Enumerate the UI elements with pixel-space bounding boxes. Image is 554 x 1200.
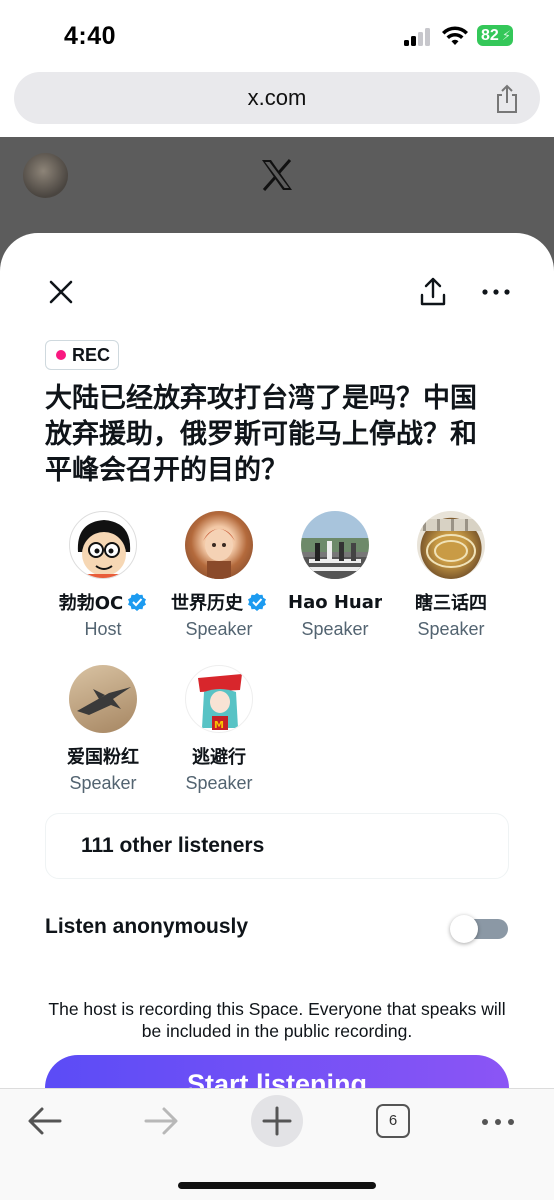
more-options-icon[interactable] — [480, 283, 512, 301]
recording-notice: The host is recording this Space. Everyo… — [48, 999, 506, 1041]
recording-dot-icon — [56, 350, 66, 360]
participant-speaker[interactable]: Hao Huang Speaker — [277, 511, 393, 640]
rec-label: REC — [72, 344, 111, 365]
rec-badge: REC — [45, 340, 120, 370]
clock: 4:40 — [64, 22, 117, 50]
listen-anonymously-toggle[interactable] — [450, 915, 508, 943]
avatar[interactable] — [417, 511, 485, 579]
share-space-icon[interactable] — [418, 275, 448, 309]
profile-avatar[interactable] — [23, 153, 68, 198]
participant-name: 世界历史 — [171, 593, 243, 614]
avatar[interactable] — [185, 511, 253, 579]
space-title: 大陆已经放弃攻打台湾了是吗？中国放弃援助，俄罗斯可能马上停战？和平峰会召开的目的… — [45, 383, 477, 486]
wifi-icon — [442, 26, 468, 45]
more-menu-icon[interactable] — [480, 1117, 516, 1127]
participant-speaker[interactable]: 爱国粉红 Speaker — [45, 665, 161, 794]
close-icon[interactable] — [44, 275, 78, 309]
avatar[interactable]: M — [185, 665, 253, 733]
listen-anonymously-label: Listen anonymously — [45, 915, 249, 938]
plus-icon — [262, 1106, 292, 1136]
participant-role: Speaker — [185, 773, 253, 793]
battery-level: 82 — [481, 27, 499, 44]
verified-badge-icon — [128, 593, 147, 611]
participant-role: Speaker — [185, 619, 253, 639]
home-indicator — [178, 1182, 376, 1189]
participant-name: 爱国粉红 — [67, 747, 139, 768]
participant-name: 瞎三话四 — [415, 593, 487, 614]
listeners-box[interactable]: 111 other listeners — [45, 813, 509, 879]
participant-speaker[interactable]: M 逃避行 Speaker — [161, 665, 277, 794]
verified-badge-icon — [248, 593, 266, 611]
participant-speaker[interactable]: 世界历史 Speaker — [161, 511, 277, 640]
participant-role: Host — [84, 619, 122, 639]
x-logo-icon[interactable] — [260, 158, 294, 192]
participant-name: 逃避行 — [192, 747, 246, 768]
toggle-knob — [450, 915, 478, 943]
charging-bolt-icon: ⚡ — [501, 28, 511, 43]
avatar[interactable] — [301, 511, 369, 579]
participant-name: Hao Huang — [288, 591, 382, 613]
participant-speaker[interactable]: 瞎三话四 Speaker — [393, 511, 509, 640]
participant-role: Speaker — [417, 619, 485, 639]
battery-indicator: 82 ⚡ — [477, 25, 513, 46]
svg-text:M: M — [214, 720, 224, 731]
back-arrow-icon[interactable] — [26, 1103, 64, 1139]
participant-host[interactable]: 勃勃OC Host — [45, 511, 161, 640]
address-bar[interactable]: x.com — [14, 72, 540, 124]
cellular-signal-icon — [404, 28, 434, 46]
tab-switcher-button[interactable]: 6 — [376, 1104, 410, 1138]
status-bar: 4:40 82 ⚡ — [0, 0, 554, 70]
listeners-count: 111 other listeners — [81, 834, 265, 857]
avatar[interactable] — [69, 665, 137, 733]
avatar[interactable] — [69, 511, 137, 579]
new-tab-button[interactable] — [251, 1095, 303, 1147]
share-icon[interactable] — [494, 84, 520, 114]
space-sheet: REC 大陆已经放弃攻打台湾了是吗？中国放弃援助，俄罗斯可能马上停战？和平峰会召… — [0, 233, 554, 1093]
participant-role: Speaker — [69, 773, 137, 793]
forward-arrow-icon[interactable] — [142, 1103, 180, 1139]
url-text[interactable]: x.com — [14, 85, 540, 111]
participant-name: 勃勃OC — [58, 593, 124, 614]
participant-role: Speaker — [301, 619, 369, 639]
